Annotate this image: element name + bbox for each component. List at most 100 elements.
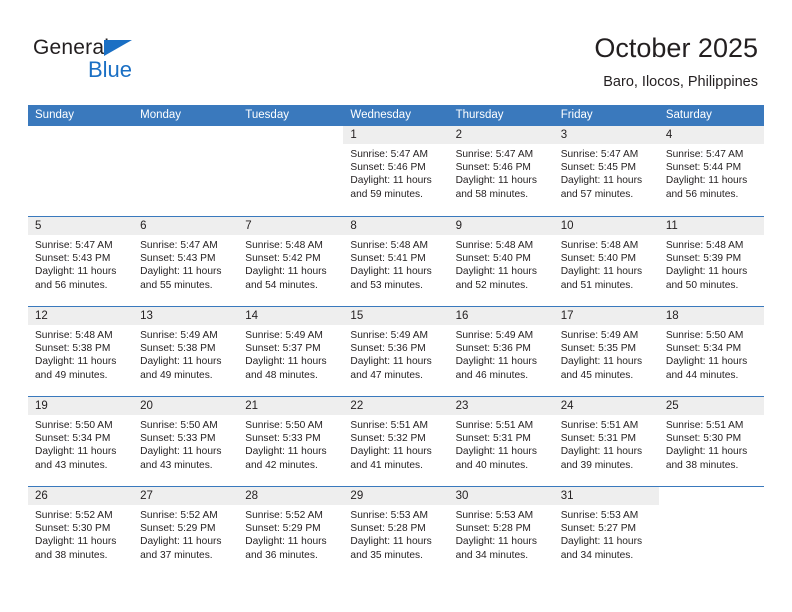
logo-triangle-icon [104,40,132,56]
sunrise-text: Sunrise: 5:49 AM [560,330,639,341]
day-details: Sunrise: 5:48 AM Sunset: 5:39 PM Daylight:… [659,235,764,292]
sunset-text: Sunset: 5:45 PM [560,162,637,174]
sunset-text: Sunset: 5:38 PM [140,343,216,355]
calendar-weeks: 1 Sunrise: 5:47 AM Sunset: 5:46 PM Daylight… [28,126,764,576]
calendar-day-cell[interactable]: 3 Sunrise: 5:47 AM Sunset: 5:45 PM Daylight… [553,126,659,216]
calendar-day-cell[interactable]: 25 Sunrise: 5:51 AM Sunset: 5:30 PM Dayligh… [658,397,764,486]
daylight-text-line1: Daylight: 11 hours [350,175,432,187]
calendar-day-cell[interactable]: 31 Sunrise: 5:53 AM Sunset: 5:27 PM Dayligh… [553,487,659,576]
day-number [238,126,344,144]
daylight-text-line1: Daylight: 11 hours [35,356,117,368]
day-number: 14 [238,307,344,325]
sunset-text: Sunset: 5:31 PM [455,433,531,445]
daylight-text-line2: and 43 minutes. [140,459,213,471]
sunrise-text: Sunrise: 5:47 AM [35,240,113,251]
day-number: 9 [448,217,554,235]
sunrise-text: Sunrise: 5:48 AM [35,330,113,341]
day-number: 28 [238,487,344,505]
daylight-text-line2: and 49 minutes. [35,369,108,381]
daylight-text-line1: Daylight: 11 hours [455,446,537,458]
calendar-grid: Sunday Monday Tuesday Wednesday Thursday Frid… [28,105,764,576]
calendar-day-cell[interactable]: 24 Sunrise: 5:51 AM Sunset: 5:31 PM Dayligh… [553,397,659,486]
day-number [133,126,239,144]
calendar-day-cell[interactable]: 29 Sunrise: 5:53 AM Sunset: 5:28 PM Dayligh… [343,487,449,576]
page-header: General Blue October 2025 Baro, Ilocos, … [0,0,792,100]
day-number: 26 [28,487,134,505]
calendar-week-row: 19 Sunrise: 5:50 AM Sunset: 5:34 PM Dayligh… [28,396,764,486]
day-number: 27 [133,487,239,505]
daylight-text-line1: Daylight: 11 hours [35,446,117,458]
sunrise-text: Sunrise: 5:53 AM [560,510,639,521]
calendar-day-cell[interactable]: 7 Sunrise: 5:48 AM Sunset: 5:42 PM Daylight… [238,217,344,306]
daylight-text-line2: and 38 minutes. [35,549,108,561]
sunset-text: Sunset: 5:34 PM [665,343,742,355]
general-blue-logo[interactable]: General Blue [33,36,163,84]
calendar-day-cell[interactable]: 27 Sunrise: 5:52 AM Sunset: 5:29 PM Dayligh… [133,487,239,576]
daylight-text-line2: and 51 minutes. [560,279,634,291]
sunset-text: Sunset: 5:32 PM [350,433,426,445]
sunrise-text: Sunrise: 5:47 AM [140,240,218,251]
calendar-day-cell[interactable]: 21 Sunrise: 5:50 AM Sunset: 5:33 PM Dayligh… [238,397,344,486]
calendar-day-cell[interactable]: 12 Sunrise: 5:48 AM Sunset: 5:38 PM Dayligh… [28,307,134,396]
daylight-text-line1: Daylight: 11 hours [245,446,327,458]
calendar-day-cell[interactable]: 8 Sunrise: 5:48 AM Sunset: 5:41 PM Daylight… [343,217,449,306]
day-number [28,126,134,144]
calendar-day-cell[interactable]: 9 Sunrise: 5:48 AM Sunset: 5:40 PM Daylight… [448,217,554,306]
day-number: 2 [448,126,554,144]
calendar-day-cell[interactable]: 17 Sunrise: 5:49 AM Sunset: 5:35 PM Dayligh… [553,307,659,396]
sunset-text: Sunset: 5:37 PM [245,343,321,355]
day-details: Sunrise: 5:48 AM Sunset: 5:40 PM Daylight:… [449,235,554,292]
calendar-day-cell[interactable]: 5 Sunrise: 5:47 AM Sunset: 5:43 PM Daylight… [28,217,134,306]
calendar-day-cell[interactable]: 30 Sunrise: 5:53 AM Sunset: 5:28 PM Dayligh… [448,487,554,576]
calendar-day-cell[interactable]: 18 Sunrise: 5:50 AM Sunset: 5:34 PM Dayligh… [658,307,764,396]
day-details: Sunrise: 5:52 AM Sunset: 5:29 PM Daylight:… [238,505,343,562]
calendar-day-cell[interactable]: 14 Sunrise: 5:49 AM Sunset: 5:37 PM Dayligh… [238,307,344,396]
calendar-day-cell[interactable]: 1 Sunrise: 5:47 AM Sunset: 5:46 PM Daylight… [343,126,449,216]
sunset-text: Sunset: 5:39 PM [665,253,742,265]
calendar-day-cell[interactable]: 26 Sunrise: 5:52 AM Sunset: 5:30 PM Dayligh… [28,487,134,576]
calendar-day-cell[interactable]: 2 Sunrise: 5:47 AM Sunset: 5:46 PM Daylight… [448,126,554,216]
calendar-day-cell[interactable]: 15 Sunrise: 5:49 AM Sunset: 5:36 PM Dayligh… [343,307,449,396]
calendar-day-cell[interactable]: 23 Sunrise: 5:51 AM Sunset: 5:31 PM Dayligh… [448,397,554,486]
day-details: Sunrise: 5:48 AM Sunset: 5:38 PM Daylight:… [28,325,133,382]
sunset-text: Sunset: 5:40 PM [455,253,531,265]
sunset-text: Sunset: 5:36 PM [350,343,426,355]
weekday-header-thursday: Thursday [455,109,504,121]
calendar-week-row: 26 Sunrise: 5:52 AM Sunset: 5:30 PM Dayligh… [28,486,764,576]
day-details: Sunrise: 5:48 AM Sunset: 5:41 PM Daylight:… [343,235,448,292]
daylight-text-line1: Daylight: 11 hours [665,446,748,458]
daylight-text-line1: Daylight: 11 hours [455,266,537,278]
day-details: Sunrise: 5:52 AM Sunset: 5:30 PM Daylight:… [28,505,133,562]
sunrise-text: Sunrise: 5:53 AM [350,510,429,521]
sunrise-text: Sunrise: 5:47 AM [455,149,534,160]
sunset-text: Sunset: 5:43 PM [35,253,111,265]
calendar-day-cell[interactable]: 20 Sunrise: 5:50 AM Sunset: 5:33 PM Dayligh… [133,397,239,486]
calendar-day-cell[interactable]: 11 Sunrise: 5:48 AM Sunset: 5:39 PM Dayligh… [658,217,764,306]
daylight-text-line2: and 56 minutes. [665,188,739,200]
sunset-text: Sunset: 5:44 PM [665,162,742,174]
daylight-text-line2: and 39 minutes. [560,459,634,471]
daylight-text-line1: Daylight: 11 hours [35,266,117,278]
calendar-day-cell[interactable]: 22 Sunrise: 5:51 AM Sunset: 5:32 PM Dayligh… [343,397,449,486]
sunrise-text: Sunrise: 5:52 AM [35,510,113,521]
daylight-text-line2: and 54 minutes. [245,279,318,291]
day-number: 19 [28,397,134,415]
sunset-text: Sunset: 5:29 PM [245,523,321,535]
daylight-text-line2: and 43 minutes. [35,459,108,471]
daylight-text-line2: and 48 minutes. [245,369,318,381]
calendar-day-cell[interactable]: 19 Sunrise: 5:50 AM Sunset: 5:34 PM Dayligh… [28,397,134,486]
sunrise-text: Sunrise: 5:51 AM [350,420,429,431]
page-subtitle: Baro, Ilocos, Philippines [603,74,758,90]
calendar-day-cell[interactable]: 28 Sunrise: 5:52 AM Sunset: 5:29 PM Dayligh… [238,487,344,576]
daylight-text-line1: Daylight: 11 hours [455,356,537,368]
weekday-header-monday: Monday [140,109,182,121]
calendar-day-cell[interactable]: 13 Sunrise: 5:49 AM Sunset: 5:38 PM Dayligh… [133,307,239,396]
calendar-day-cell[interactable]: 10 Sunrise: 5:48 AM Sunset: 5:40 PM Dayligh… [553,217,659,306]
sunset-text: Sunset: 5:33 PM [140,433,216,445]
calendar-empty-cell [238,126,344,216]
calendar-day-cell[interactable]: 4 Sunrise: 5:47 AM Sunset: 5:44 PM Daylight… [658,126,764,216]
day-details: Sunrise: 5:49 AM Sunset: 5:38 PM Daylight:… [133,325,238,382]
sunrise-text: Sunrise: 5:48 AM [350,240,429,251]
calendar-day-cell[interactable]: 16 Sunrise: 5:49 AM Sunset: 5:36 PM Dayligh… [448,307,554,396]
calendar-day-cell[interactable]: 6 Sunrise: 5:47 AM Sunset: 5:43 PM Daylight… [133,217,239,306]
